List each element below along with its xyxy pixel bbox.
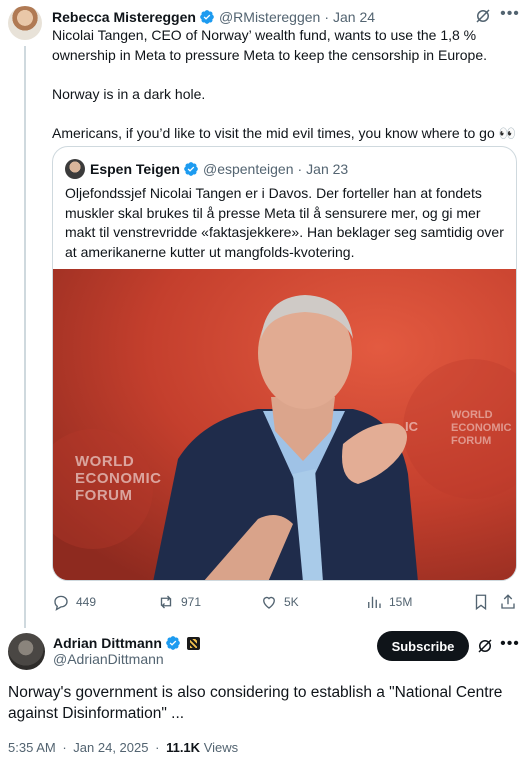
separator-dot: · <box>297 161 303 177</box>
tweet-time[interactable]: 5:35 AM <box>8 740 56 755</box>
reply-icon <box>54 595 68 611</box>
quoted-author-name[interactable]: Espen Teigen <box>90 161 180 177</box>
separator-dot: · <box>155 740 160 755</box>
reply-button[interactable]: 449 <box>52 592 96 612</box>
tweet-text: Nicolai Tangen, CEO of Norway’ wealth fu… <box>52 27 517 141</box>
quoted-text: Oljefondssjef Nicolai Tangen er i Davos.… <box>65 185 504 260</box>
repost-count: 971 <box>181 595 202 609</box>
separator-dot: · <box>324 9 329 25</box>
photo-logo-text: IC <box>405 419 418 434</box>
like-icon <box>263 596 275 609</box>
verified-badge-icon[interactable] <box>199 9 215 25</box>
tweet-date[interactable]: Jan 24, 2025 <box>73 740 148 755</box>
like-count: 5K <box>284 595 299 609</box>
author-name[interactable]: Adrian Dittmann <box>53 635 162 651</box>
photo-logo-text: WORLD ECONOMIC FORUM <box>451 409 512 447</box>
quoted-tweet[interactable]: Espen Teigen @espenteigen · Jan 23 Oljef… <box>52 146 517 581</box>
quoted-photo[interactable]: WORLD ECONOMIC FORUM WORLD ECONOMIC FORU… <box>53 269 516 580</box>
avatar[interactable] <box>8 633 45 670</box>
bookmark-icon[interactable] <box>472 593 490 611</box>
repost-icon <box>160 595 172 609</box>
share-icon[interactable] <box>499 593 517 611</box>
thread-connector-line <box>24 46 26 628</box>
verified-badge-icon[interactable] <box>165 635 181 651</box>
views-count[interactable]: 11.1K <box>166 740 200 755</box>
quoted-header: Espen Teigen @espenteigen · Jan 23 <box>90 159 348 179</box>
affiliate-badge-icon[interactable] <box>186 636 200 650</box>
tweet-header: Adrian Dittmann <box>53 633 200 653</box>
avatar[interactable] <box>8 6 42 40</box>
tweet-actions: 449 971 5K 15M <box>52 592 520 612</box>
quoted-date[interactable]: Jan 23 <box>306 161 348 177</box>
subscribe-button[interactable]: Subscribe <box>377 631 469 661</box>
views-button[interactable]: 15M <box>365 592 412 612</box>
verified-badge-icon[interactable] <box>183 161 199 177</box>
author-handle[interactable]: @RMistereggen <box>219 9 320 25</box>
quoted-handle[interactable]: @espenteigen <box>203 161 294 177</box>
tweet-header: Rebecca Mistereggen @RMistereggen · Jan … <box>52 7 375 27</box>
more-icon[interactable]: ••• <box>500 636 520 655</box>
photo-illustration <box>53 269 516 580</box>
tweet-date[interactable]: Jan 24 <box>333 9 375 25</box>
like-button[interactable]: 5K <box>260 592 299 612</box>
photo-logo-text: WORLD ECONOMIC FORUM <box>75 453 162 504</box>
repost-button[interactable]: 971 <box>157 592 201 612</box>
grok-icon[interactable] <box>474 7 492 25</box>
grok-icon[interactable] <box>476 637 494 655</box>
author-handle[interactable]: @AdrianDittmann <box>53 651 164 667</box>
separator-dot: · <box>62 740 67 755</box>
tweet-metadata: 5:35 AM · Jan 24, 2025 · 11.1K Views <box>8 740 238 755</box>
more-icon[interactable]: ••• <box>500 6 520 25</box>
views-icon <box>368 596 381 608</box>
views-label: Views <box>203 740 239 755</box>
views-count: 15M <box>389 595 413 609</box>
quoted-avatar[interactable] <box>65 159 85 179</box>
tweet-text: Norway's government is also considering … <box>8 684 503 722</box>
author-name[interactable]: Rebecca Mistereggen <box>52 9 196 25</box>
reply-count: 449 <box>76 595 97 609</box>
